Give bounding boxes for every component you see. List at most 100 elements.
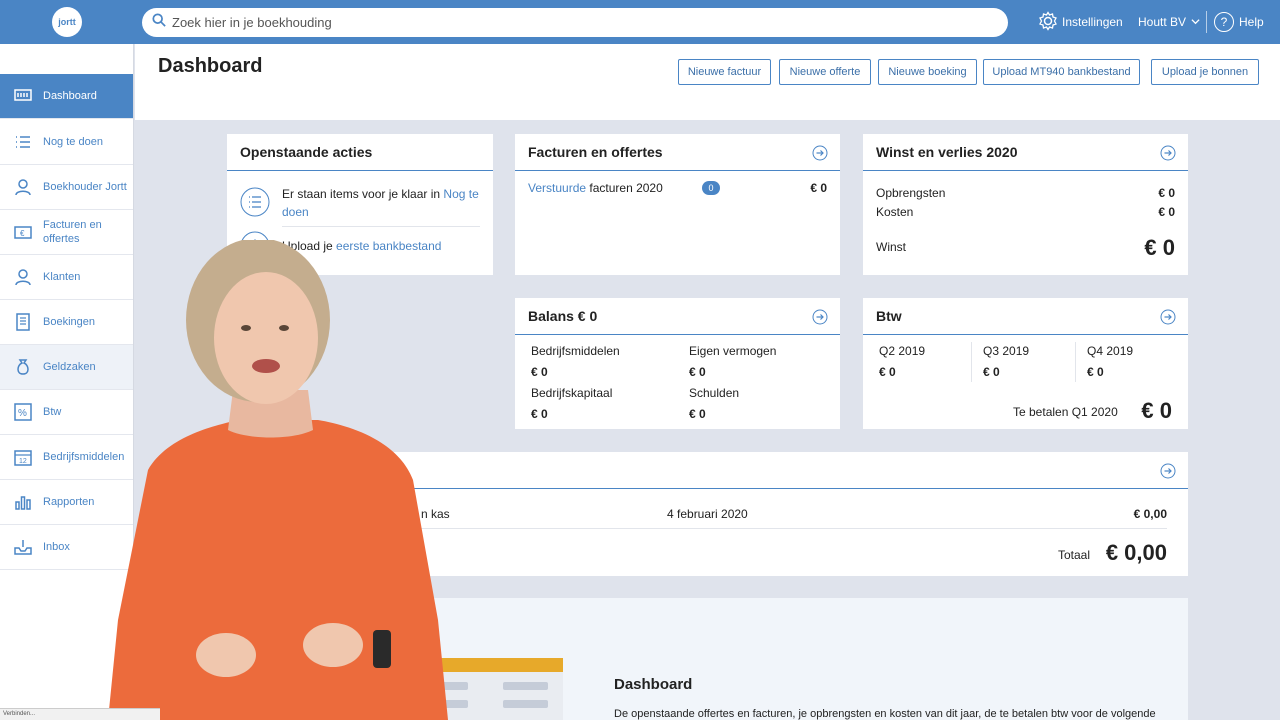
- help-label: Help: [1239, 15, 1264, 29]
- sidebar-item-label: Inbox: [43, 541, 70, 553]
- svg-text:%: %: [18, 408, 27, 419]
- bedrijfskapitaal-value: € 0: [531, 407, 548, 421]
- topbar-divider: [1206, 11, 1207, 33]
- schulden-value: € 0: [689, 407, 706, 421]
- help-icon: ?: [1214, 12, 1234, 32]
- illustration-line: [503, 700, 548, 708]
- count-badge: 0: [702, 181, 720, 195]
- arrow-right-icon[interactable]: [1160, 463, 1176, 479]
- nieuwe-factuur-button[interactable]: Nieuwe factuur: [678, 59, 771, 85]
- btw-quarter-label: Q3 2019: [983, 344, 1030, 358]
- eigen-vermogen-value: € 0: [689, 365, 706, 379]
- help-link[interactable]: ? Help: [1214, 0, 1264, 44]
- logo-area: jortt: [0, 0, 134, 44]
- sidebar-item-label: Boekingen: [43, 316, 95, 328]
- kas-row-date: 4 februari 2020: [667, 507, 748, 521]
- list-icon: [13, 132, 33, 152]
- btw-quarter-value: € 0: [983, 365, 1000, 379]
- sidebar-item-label: Boekhouder Jortt: [43, 181, 127, 193]
- card-title: Balans € 0: [515, 298, 840, 335]
- balans-card: Balans € 0 Bedrijfsmiddelen € 0 Eigen ve…: [515, 298, 840, 429]
- kosten-label: Kosten: [876, 205, 914, 219]
- winst-verlies-card: Winst en verlies 2020 Opbrengsten € 0 Ko…: [863, 134, 1188, 275]
- kas-row-amount: € 0,00: [1133, 507, 1167, 521]
- list-icon: [240, 187, 270, 222]
- dashboard-icon: [13, 86, 33, 106]
- facturen-card: Facturen en offertes Verstuurde facturen…: [515, 134, 840, 275]
- winst-label: Winst: [876, 240, 906, 254]
- gear-icon: [1038, 10, 1062, 34]
- btw-quarter-value: € 0: [1087, 365, 1104, 379]
- chevron-down-icon: [1191, 15, 1200, 29]
- invoice-icon: €: [13, 222, 33, 242]
- info-title: Dashboard: [614, 676, 693, 693]
- sidebar-item-label: Dashboard: [43, 90, 97, 102]
- bookings-icon: [13, 312, 33, 332]
- sidebar-item-label: Rapporten: [43, 496, 95, 508]
- divider: [421, 528, 1167, 529]
- facturen-amount: € 0: [810, 181, 827, 195]
- nieuwe-offerte-button[interactable]: Nieuwe offerte: [779, 59, 871, 85]
- arrow-right-icon[interactable]: [1160, 145, 1176, 161]
- actie-text: Er staan items voor je klaar in: [282, 187, 444, 201]
- status-bar: Verbinden...: [0, 708, 160, 720]
- eigen-vermogen-label: Eigen vermogen: [689, 344, 777, 358]
- te-betalen-label: Te betalen Q1 2020: [1013, 405, 1118, 419]
- sidebar-item-label: Klanten: [43, 271, 81, 283]
- btw-quarter-label: Q4 2019: [1087, 344, 1134, 358]
- card-title: Openstaande acties: [227, 134, 493, 171]
- illustration-line: [503, 682, 548, 690]
- bedrijfsmiddelen-value: € 0: [531, 365, 548, 379]
- divider: [282, 226, 480, 227]
- sidebar-item-label: Nog te doen: [43, 136, 103, 148]
- opbrengsten-label: Opbrengsten: [876, 186, 946, 200]
- row-text: facturen 2020: [586, 181, 663, 195]
- upload-mt940-button[interactable]: Upload MT940 bankbestand: [983, 59, 1140, 85]
- bedrijfskapitaal-label: Bedrijfskapitaal: [531, 386, 613, 400]
- divider: [971, 342, 972, 382]
- company-dropdown[interactable]: Houtt BV: [1138, 0, 1200, 44]
- sidebar-item-nog-te-doen[interactable]: Nog te doen: [0, 120, 133, 165]
- nieuwe-boeking-button[interactable]: Nieuwe boeking: [878, 59, 977, 85]
- arrow-right-icon[interactable]: [812, 145, 828, 161]
- search-icon: [152, 13, 166, 32]
- settings-label: Instellingen: [1062, 15, 1123, 29]
- actie-item-nog-te-doen: Er staan items voor je klaar in Nog te d…: [282, 185, 482, 221]
- bedrijfsmiddelen-label: Bedrijfsmiddelen: [531, 344, 620, 358]
- card-title: Btw: [863, 298, 1188, 335]
- jortt-logo[interactable]: jortt: [52, 7, 82, 37]
- verstuurde-facturen-row: Verstuurde facturen 2020: [528, 181, 663, 195]
- card-title: Facturen en offertes: [515, 134, 840, 171]
- btw-card: Btw Q2 2019 € 0 Q3 2019 € 0 Q4 2019 € 0 …: [863, 298, 1188, 429]
- btw-quarter-label: Q2 2019: [879, 344, 926, 358]
- svg-text:12: 12: [19, 458, 27, 465]
- sidebar-item-label: Btw: [43, 406, 62, 418]
- percent-icon: %: [13, 402, 33, 422]
- company-label: Houtt BV: [1138, 15, 1187, 29]
- page-header: Dashboard Nieuwe factuur Nieuwe offerte …: [135, 44, 1280, 120]
- svg-text:€: €: [20, 229, 25, 238]
- top-bar: jortt Instellingen Houtt BV ? Help: [0, 0, 1280, 44]
- sidebar-item-boekhouder[interactable]: Boekhouder Jortt: [0, 165, 133, 210]
- upload-bonnen-button[interactable]: Upload je bonnen: [1151, 59, 1259, 85]
- schulden-label: Schulden: [689, 386, 740, 400]
- presenter-video-overlay: [108, 240, 448, 720]
- card-title: Winst en verlies 2020: [863, 134, 1188, 171]
- search-bar[interactable]: [142, 8, 1008, 37]
- opbrengsten-value: € 0: [1158, 186, 1175, 200]
- verstuurde-link[interactable]: Verstuurde: [528, 181, 586, 195]
- arrow-right-icon[interactable]: [1160, 309, 1176, 325]
- info-text: De openstaande offertes en facturen, je …: [614, 708, 1156, 720]
- accountant-icon: [13, 177, 33, 197]
- totaal-value: € 0,00: [1105, 540, 1167, 565]
- search-input[interactable]: [172, 15, 972, 30]
- kosten-value: € 0: [1158, 205, 1175, 219]
- sidebar-item-dashboard[interactable]: Dashboard: [0, 74, 133, 119]
- inbox-icon: [13, 537, 33, 557]
- arrow-right-icon[interactable]: [812, 309, 828, 325]
- sidebar-item-label: Geldzaken: [43, 361, 96, 373]
- divider: [1075, 342, 1076, 382]
- bar-chart-icon: [13, 492, 33, 512]
- page-title: Dashboard: [158, 55, 263, 77]
- settings-link[interactable]: Instellingen: [1038, 0, 1123, 44]
